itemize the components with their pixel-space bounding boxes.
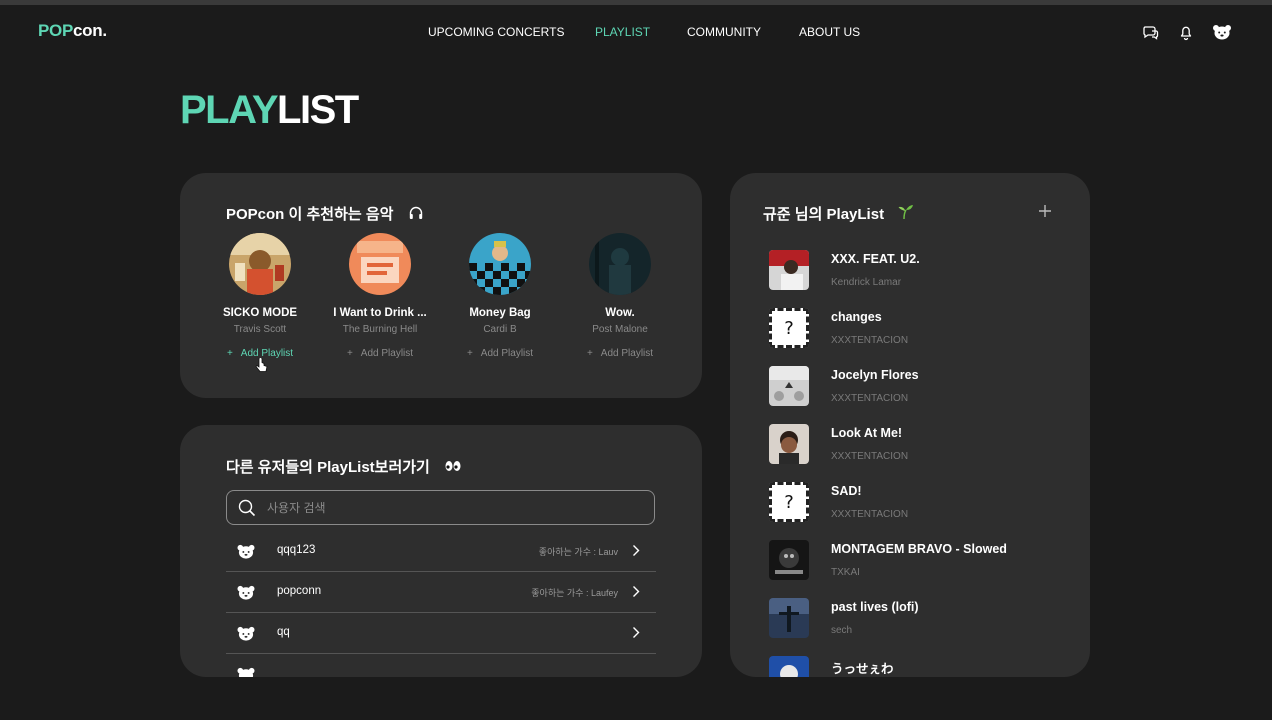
recommend-item: SICKO MODE Travis Scott + Add Playlist <box>201 233 319 359</box>
user-row[interactable]: popconn 좋아하는 가수 : Laufey <box>226 572 656 613</box>
track-title: SAD! <box>831 484 862 498</box>
track-artist: XXXTENTACION <box>831 393 909 404</box>
song-title: SICKO MODE <box>222 307 298 319</box>
song-artist: Cardi B <box>483 324 517 335</box>
track-title: うっせぇわ <box>831 661 894 676</box>
track-title: Look At Me! <box>831 426 903 440</box>
search-icon <box>238 499 256 522</box>
my-playlist-title: 규준 님의 PlayList <box>763 203 914 224</box>
other-users-card: 다른 유저들의 PlayList보러가기 qqq123 좋아하는 가수 : La… <box>180 425 702 677</box>
track-thumbnail: ? <box>769 308 809 348</box>
user-avatar-icon <box>236 584 256 606</box>
track-thumbnail <box>769 540 809 580</box>
recommend-card: POPcon 이 추천하는 음악 SICKO MODE Travis Scott… <box>180 173 702 398</box>
add-track-button[interactable] <box>1038 204 1052 223</box>
track-artist: XXXTENTACION <box>831 509 909 520</box>
song-artist: Travis Scott <box>233 324 287 335</box>
page-title: PLAYLIST <box>180 88 359 132</box>
track-thumbnail <box>769 656 809 677</box>
user-search-input[interactable] <box>267 498 637 518</box>
song-title: I Want to Drink ... <box>333 307 427 319</box>
top-header: POPcon. UPCOMING CONCERTS PLAYLIST COMMU… <box>0 5 1272 61</box>
user-avatar-icon <box>236 666 256 677</box>
song-artist: The Burning Hell <box>342 324 418 335</box>
album-art-i-want-to-drink[interactable] <box>349 233 411 295</box>
track-title: XXX. FEAT. U2. <box>831 252 920 266</box>
favorite-artist: 좋아하는 가수 : Laufey <box>531 588 618 598</box>
track-thumbnail <box>769 424 809 464</box>
track-thumbnail <box>769 366 809 406</box>
my-playlist-card: 규준 님의 PlayList XXX. FEAT. U2. Kendrick L… <box>730 173 1090 677</box>
other-users-title: 다른 유저들의 PlayList보러가기 <box>226 456 462 477</box>
user-row-partial[interactable] <box>226 654 656 677</box>
user-avatar-icon <box>236 543 256 565</box>
user-avatar-icon <box>236 625 256 647</box>
track-title: Jocelyn Flores <box>831 368 919 382</box>
chevron-right-icon <box>632 585 640 603</box>
track-artist: Kendrick Lamar <box>831 277 902 288</box>
chevron-right-icon <box>632 544 640 562</box>
song-title: Wow. <box>605 307 635 319</box>
headphones-icon <box>408 205 424 225</box>
recommend-item: Wow. Post Malone + Add Playlist <box>561 233 679 359</box>
add-playlist-button[interactable]: + Add Playlist <box>321 348 439 359</box>
playlist-track[interactable]: Look At Me! XXXTENTACION <box>769 424 1049 470</box>
recommend-title: POPcon 이 추천하는 음악 <box>226 203 424 225</box>
nav-community[interactable]: COMMUNITY <box>687 25 761 39</box>
playlist-track[interactable]: XXX. FEAT. U2. Kendrick Lamar <box>769 250 1049 296</box>
track-title: MONTAGEM BRAVO - Slowed <box>831 542 1007 556</box>
playlist-track[interactable]: ? changes XXXTENTACION <box>769 308 1049 354</box>
playlist-track[interactable]: Jocelyn Flores XXXTENTACION <box>769 366 1049 412</box>
add-playlist-button[interactable]: + Add Playlist <box>441 348 559 359</box>
add-playlist-button[interactable]: + Add Playlist <box>561 348 679 359</box>
track-thumbnail <box>769 598 809 638</box>
track-artist: XXXTENTACION <box>831 451 909 462</box>
mouse-cursor-icon <box>255 357 269 379</box>
track-artist: XXXTENTACION <box>831 335 909 346</box>
favorite-artist: 좋아하는 가수 : Lauv <box>538 547 618 557</box>
track-thumbnail <box>769 250 809 290</box>
recommend-item: I Want to Drink ... The Burning Hell + Ad… <box>321 233 439 359</box>
album-art-sicko-mode[interactable] <box>229 233 291 295</box>
user-name: qqq123 <box>277 544 316 556</box>
playlist-track[interactable]: past lives (lofi) sech <box>769 598 1049 644</box>
track-title: past lives (lofi) <box>831 600 919 614</box>
profile-avatar-icon[interactable] <box>1212 23 1231 41</box>
user-name: popconn <box>277 585 322 597</box>
nav-playlist[interactable]: PLAYLIST <box>595 25 650 39</box>
song-artist: Post Malone <box>592 324 648 335</box>
track-artist: TXKAI <box>831 567 860 578</box>
sprout-icon <box>896 204 914 224</box>
playlist-track[interactable]: MONTAGEM BRAVO - Slowed TXKAI <box>769 540 1049 586</box>
eyes-icon <box>444 459 462 477</box>
popcon-logo[interactable]: POPcon. <box>38 21 107 41</box>
user-row[interactable]: qq <box>226 613 656 654</box>
chevron-right-icon <box>632 626 640 644</box>
track-title: changes <box>831 310 882 324</box>
track-thumbnail: ? <box>769 482 809 522</box>
song-title: Money Bag <box>469 307 531 319</box>
bell-icon[interactable] <box>1177 23 1195 41</box>
nav-upcoming-concerts[interactable]: UPCOMING CONCERTS <box>428 25 564 39</box>
album-art-wow[interactable] <box>589 233 651 295</box>
recommend-item: Money Bag Cardi B + Add Playlist <box>441 233 559 359</box>
album-art-money-bag[interactable] <box>469 233 531 295</box>
nav-about-us[interactable]: ABOUT US <box>799 25 860 39</box>
user-row[interactable]: qqq123 좋아하는 가수 : Lauv <box>226 531 656 572</box>
user-search-box <box>226 490 655 525</box>
track-artist: sech <box>831 625 853 636</box>
user-name: qq <box>277 626 290 638</box>
playlist-track[interactable]: ? SAD! XXXTENTACION <box>769 482 1049 528</box>
playlist-track[interactable]: うっせぇわ <box>769 656 1049 677</box>
chat-icon[interactable] <box>1142 23 1160 41</box>
